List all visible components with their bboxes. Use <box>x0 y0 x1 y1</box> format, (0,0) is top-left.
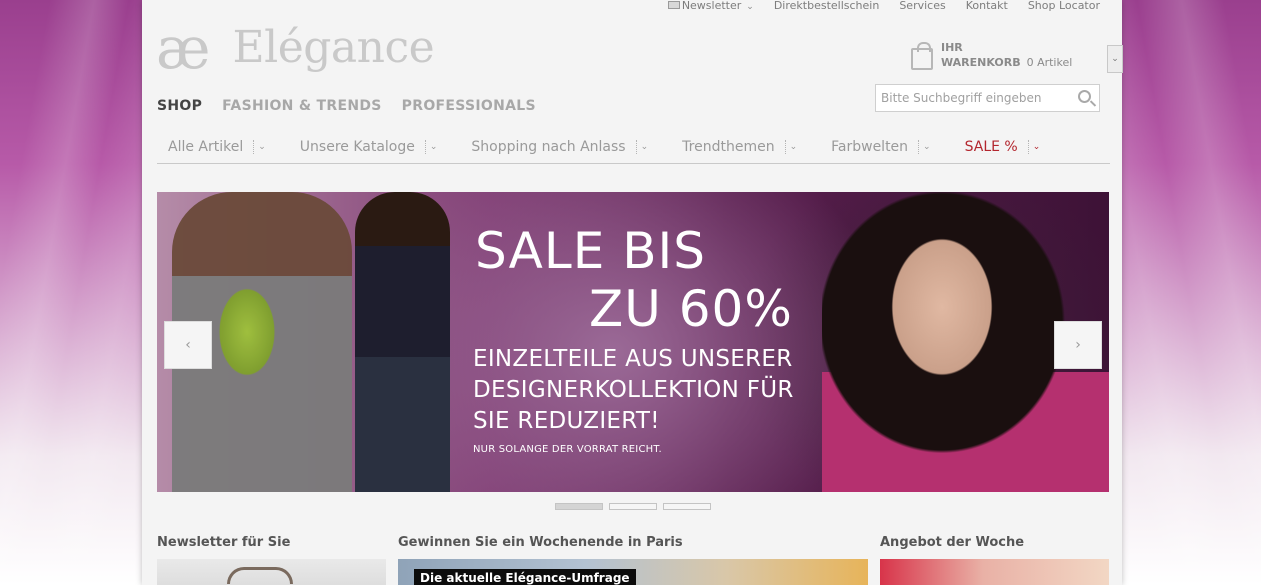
search-box <box>875 84 1100 112</box>
tab-shop[interactable]: SHOP <box>157 98 202 114</box>
nav-item-label: Alle Artikel <box>168 139 244 155</box>
newsletter-link[interactable]: Newsletter ⌄ <box>667 0 754 12</box>
background-curtain-right <box>1116 0 1261 585</box>
services-link[interactable]: Services <box>899 0 945 12</box>
carousel-next-button[interactable]: › <box>1054 321 1102 369</box>
nav-separator <box>253 140 255 154</box>
page-container: Newsletter ⌄ Direktbestellschein Services… <box>142 0 1123 585</box>
hero-banner[interactable]: SALE BIS ZU 60% EINZELTEILE AUS UNSERER … <box>157 192 1109 492</box>
cart-label-line1: IHR <box>941 41 963 54</box>
cart-dropdown-button[interactable]: ⌄ <box>1107 45 1123 73</box>
carousel-dot-2[interactable] <box>609 503 657 510</box>
nav-item-unsere-kataloge[interactable]: Unsere Kataloge ⌄ <box>288 139 460 155</box>
nav-item-farbwelten[interactable]: Farbwelten ⌄ <box>819 139 952 155</box>
cart-label: IHR WARENKORB 0 Artikel <box>941 40 1072 70</box>
teaser-image-angebot[interactable] <box>880 559 1109 585</box>
hero-subtitle: EINZELTEILE AUS UNSERER DESIGNERKOLLEKTI… <box>473 346 794 434</box>
nav-item-label: Unsere Kataloge <box>299 139 415 155</box>
brand-logo[interactable]: æ Elégance <box>156 14 435 82</box>
teaser-image-paris[interactable]: Die aktuelle Elégance-Umfrage <box>398 559 868 585</box>
shopping-cart[interactable]: IHR WARENKORB 0 Artikel ⌄ <box>911 40 1123 73</box>
chevron-down-icon: ⌄ <box>923 142 931 152</box>
nav-item-label: Farbwelten <box>831 139 909 155</box>
carousel-dot-1[interactable] <box>555 503 603 510</box>
chevron-down-icon: ⌄ <box>1032 142 1041 152</box>
teaser-title-newsletter[interactable]: Newsletter für Sie <box>157 535 290 550</box>
cart-item-count: 0 Artikel <box>1026 56 1073 69</box>
utility-nav: Newsletter ⌄ Direktbestellschein Services… <box>667 0 1100 12</box>
logo-mark: æ <box>156 14 211 82</box>
background-curtain-left <box>0 0 145 585</box>
teaser-image-label: Die aktuelle Elégance-Umfrage <box>414 569 636 585</box>
carousel-dot-3[interactable] <box>663 503 711 510</box>
search-icon[interactable] <box>1078 90 1091 103</box>
teaser-image-newsletter[interactable] <box>157 559 386 585</box>
teaser-title-angebot[interactable]: Angebot der Woche <box>880 535 1024 550</box>
nav-separator <box>918 140 920 154</box>
tab-professionals[interactable]: PROFESSIONALS <box>402 98 536 114</box>
nav-item-label: Shopping nach Anlass <box>471 139 626 155</box>
logo-wordmark: Elégance <box>232 22 435 73</box>
search-input[interactable] <box>881 86 1071 110</box>
nav-separator <box>1027 140 1029 154</box>
nav-item-label: Trendthemen <box>682 139 775 155</box>
newsletter-label: Newsletter <box>681 0 742 12</box>
hero-model-image-center <box>355 192 450 492</box>
chevron-down-icon: ⌄ <box>640 142 649 152</box>
nav-separator <box>784 140 786 154</box>
teaser-title-paris[interactable]: Gewinnen Sie ein Wochenende in Paris <box>398 535 683 550</box>
shop-locator-link[interactable]: Shop Locator <box>1028 0 1100 12</box>
hero-title-line1: SALE BIS <box>475 222 706 280</box>
category-nav: Alle Artikel ⌄ Unsere Kataloge ⌄ Shopping … <box>157 131 1110 164</box>
chevron-down-icon: ⌄ <box>258 142 266 152</box>
hero-title-line2: ZU 60% <box>589 280 793 338</box>
nav-separator <box>635 140 637 154</box>
carousel-prev-button[interactable]: ‹ <box>164 321 212 369</box>
nav-item-alle-artikel[interactable]: Alle Artikel ⌄ <box>157 139 288 155</box>
cart-label-line2: WARENKORB <box>941 56 1021 69</box>
nav-separator <box>424 140 426 154</box>
nav-item-trendthemen[interactable]: Trendthemen ⌄ <box>670 139 819 155</box>
chevron-down-icon: ⌄ <box>746 2 754 12</box>
nav-item-label: SALE % <box>964 139 1018 155</box>
direktbestellschein-link[interactable]: Direktbestellschein <box>774 0 879 12</box>
carousel-pager <box>555 503 711 510</box>
shopping-bag-icon <box>911 42 933 70</box>
section-tabs: SHOP FASHION & TRENDS PROFESSIONALS <box>157 98 536 114</box>
kontakt-link[interactable]: Kontakt <box>966 0 1008 12</box>
tab-fashion-trends[interactable]: FASHION & TRENDS <box>222 98 382 114</box>
nav-item-sale[interactable]: SALE % ⌄ <box>953 139 1063 155</box>
nav-item-shopping-nach-anlass[interactable]: Shopping nach Anlass ⌄ <box>459 139 670 155</box>
chevron-down-icon: ⌄ <box>429 142 438 152</box>
chevron-down-icon: ⌄ <box>789 142 798 152</box>
mail-icon <box>667 1 680 9</box>
hero-note: NUR SOLANGE DER VORRAT REICHT. <box>473 444 662 455</box>
